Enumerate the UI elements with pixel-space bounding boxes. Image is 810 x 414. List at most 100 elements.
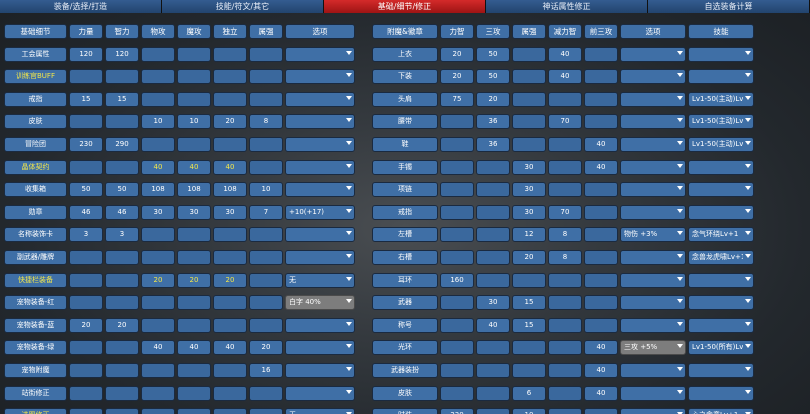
enchant-input[interactable] [548,295,582,310]
tab-4[interactable]: 神话属性修正 [486,0,648,13]
enchant-input[interactable] [440,295,474,310]
enchant-input[interactable]: 40 [584,386,618,401]
enchant-input[interactable] [440,182,474,197]
enchant-input[interactable] [476,205,510,220]
enchant-input[interactable] [548,182,582,197]
enchant-input[interactable]: 15 [512,295,546,310]
stat-input[interactable] [213,386,247,401]
stat-input[interactable] [105,295,139,310]
stat-input[interactable]: 40 [141,340,175,355]
option-select[interactable] [620,47,686,62]
enchant-input[interactable] [512,363,546,378]
stat-input[interactable] [177,386,211,401]
option-select[interactable] [285,137,355,152]
enchant-input[interactable] [512,47,546,62]
enchant-input[interactable]: 20 [476,92,510,107]
option-select[interactable] [620,182,686,197]
enchant-input[interactable] [512,114,546,129]
stat-input[interactable] [249,250,283,265]
skill-select[interactable]: 心之念意Lv+1 [688,408,754,414]
stat-input[interactable]: 20 [177,273,211,288]
stat-input[interactable] [69,69,103,84]
option-select[interactable]: 白字 40% [285,295,355,310]
enchant-input[interactable] [512,69,546,84]
stat-input[interactable] [105,250,139,265]
enchant-input[interactable]: 50 [476,47,510,62]
stat-input[interactable] [213,227,247,242]
enchant-input[interactable]: 15 [512,318,546,333]
option-select[interactable] [285,318,355,333]
enchant-input[interactable]: 40 [548,69,582,84]
stat-input[interactable] [141,69,175,84]
stat-input[interactable]: 40 [177,340,211,355]
enchant-input[interactable] [476,273,510,288]
stat-input[interactable] [177,227,211,242]
enchant-input[interactable]: 20 [440,69,474,84]
stat-input[interactable] [213,47,247,62]
option-select[interactable] [620,69,686,84]
option-select[interactable] [285,386,355,401]
stat-input[interactable]: 20 [213,114,247,129]
stat-input[interactable]: 3 [69,227,103,242]
enchant-input[interactable] [584,250,618,265]
skill-select[interactable] [688,205,754,220]
enchant-input[interactable] [476,250,510,265]
enchant-input[interactable] [584,47,618,62]
stat-input[interactable]: 50 [105,182,139,197]
stat-input[interactable]: 290 [105,137,139,152]
stat-input[interactable]: 46 [69,205,103,220]
enchant-input[interactable] [584,205,618,220]
stat-input[interactable] [69,273,103,288]
enchant-input[interactable]: 36 [476,137,510,152]
enchant-input[interactable] [584,318,618,333]
stat-input[interactable] [213,92,247,107]
skill-select[interactable] [688,363,754,378]
skill-select[interactable] [688,47,754,62]
skill-select[interactable]: Lv1-50(所有)Lv+1 [688,340,754,355]
enchant-input[interactable]: 30 [512,160,546,175]
stat-input[interactable]: 16 [249,363,283,378]
stat-input[interactable]: 108 [177,182,211,197]
option-select[interactable]: 无 [285,408,355,414]
enchant-input[interactable] [584,408,618,414]
stat-input[interactable]: 10 [141,114,175,129]
option-select[interactable] [285,47,355,62]
enchant-input[interactable]: 70 [548,114,582,129]
stat-input[interactable] [69,295,103,310]
stat-input[interactable] [105,273,139,288]
stat-input[interactable]: 15 [105,92,139,107]
option-select[interactable] [285,160,355,175]
enchant-input[interactable]: 160 [440,273,474,288]
stat-input[interactable] [105,408,139,414]
enchant-input[interactable] [584,295,618,310]
enchant-input[interactable] [476,363,510,378]
stat-input[interactable]: 108 [213,182,247,197]
option-select[interactable] [285,69,355,84]
option-select[interactable]: 三攻 +5% [620,340,686,355]
stat-input[interactable] [249,47,283,62]
stat-input[interactable]: 120 [105,47,139,62]
option-select[interactable]: +10(+17) [285,205,355,220]
stat-input[interactable]: 30 [213,205,247,220]
stat-input[interactable] [177,137,211,152]
stat-input[interactable] [249,69,283,84]
stat-input[interactable] [177,47,211,62]
stat-input[interactable] [105,114,139,129]
option-select[interactable] [620,250,686,265]
enchant-input[interactable]: 30 [476,295,510,310]
stat-input[interactable]: 10 [177,114,211,129]
enchant-input[interactable]: 8 [548,250,582,265]
stat-input[interactable]: 46 [105,205,139,220]
enchant-input[interactable] [584,92,618,107]
enchant-input[interactable]: 70 [548,205,582,220]
enchant-input[interactable]: 50 [476,69,510,84]
enchant-input[interactable]: 75 [440,92,474,107]
enchant-input[interactable]: 40 [584,137,618,152]
enchant-input[interactable]: 6 [512,386,546,401]
stat-input[interactable]: 230 [69,137,103,152]
enchant-input[interactable]: 12 [512,227,546,242]
enchant-input[interactable] [548,137,582,152]
stat-input[interactable] [249,227,283,242]
option-select[interactable]: 物伤 +3% [620,227,686,242]
enchant-input[interactable] [476,182,510,197]
